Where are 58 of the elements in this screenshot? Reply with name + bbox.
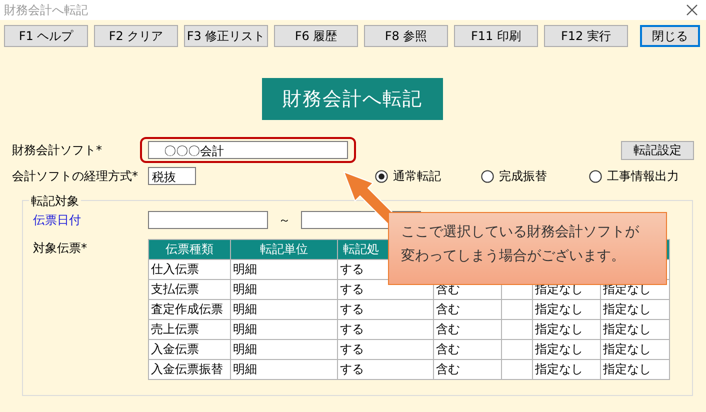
field-label: 財務会計ソフト* <box>12 142 103 158</box>
table-cell: 明細 <box>230 300 338 320</box>
table-cell: する <box>338 360 434 380</box>
table-cell: する <box>338 340 434 360</box>
table-cell: 入金伝票 <box>148 340 230 360</box>
table-cell: 指定なし <box>600 340 670 360</box>
table-cell: 含む <box>434 300 502 320</box>
radio-label: 完成振替 <box>499 168 547 184</box>
range-separator: ～ <box>278 212 292 228</box>
input-field[interactable]: 税抜 <box>148 167 196 185</box>
toolbar-button[interactable]: F3 修正リスト <box>184 25 268 47</box>
table-cell: 明細 <box>230 260 338 280</box>
radio-button[interactable] <box>589 170 602 182</box>
close-icon[interactable] <box>686 4 698 16</box>
toolbar-button[interactable]: F8 参照 <box>364 25 448 47</box>
toolbar-button[interactable]: F6 履歴 <box>274 25 358 47</box>
table-cell: 支払伝票 <box>148 280 230 300</box>
group-title: 転記対象 <box>29 193 81 210</box>
page-heading: 財務会計へ転記 <box>262 78 443 120</box>
field-label: 対象伝票* <box>33 240 88 257</box>
table-cell: 指定なし <box>532 300 600 320</box>
table-cell: 含む <box>434 360 502 380</box>
table-cell: 明細 <box>230 320 338 340</box>
table-cell: する <box>338 320 434 340</box>
radio-button[interactable] <box>481 170 494 182</box>
table-cell: 明細 <box>230 340 338 360</box>
radio-label: 工事情報出力 <box>607 168 679 184</box>
toolbar-button[interactable]: F2 クリア <box>94 25 178 47</box>
table-cell: 指定なし <box>600 360 670 380</box>
field-label: 会計ソフトの経理方式* <box>12 168 139 184</box>
table-cell: 指定なし <box>600 300 670 320</box>
table-cell: 仕入伝票 <box>148 260 230 280</box>
toolbar-button[interactable]: F12 実行 <box>544 25 628 47</box>
table-cell: 入金伝票振替 <box>148 360 230 380</box>
radio-button[interactable] <box>375 170 388 182</box>
table-cell: 明細 <box>230 360 338 380</box>
table-cell: する <box>338 300 434 320</box>
table-cell: 含む <box>434 320 502 340</box>
toolbar-button[interactable]: 閉じる <box>640 25 700 47</box>
table-cell: 売上伝票 <box>148 320 230 340</box>
table-cell: 指定なし <box>532 320 600 340</box>
column-header: 転記単位 <box>230 240 338 260</box>
input-field[interactable]: 〇〇〇会計 <box>148 141 348 159</box>
settings-button[interactable]: 転記設定 <box>621 140 694 160</box>
window-title: 財務会計へ転記 <box>4 2 88 18</box>
callout-tooltip: ここで選択している財務会計ソフトが 変わってしまう場合がございます。 <box>388 212 667 285</box>
table-cell: 査定作成伝票 <box>148 300 230 320</box>
radio-label: 通常転記 <box>393 168 441 184</box>
table-cell: 明細 <box>230 280 338 300</box>
table-cell: 指定なし <box>600 320 670 340</box>
table-cell: 指定なし <box>532 340 600 360</box>
date-field[interactable] <box>148 211 268 229</box>
table-cell: 指定なし <box>532 360 600 380</box>
table-cell: 含む <box>434 340 502 360</box>
toolbar-button[interactable]: F1 ヘルプ <box>4 25 88 47</box>
toolbar-button[interactable]: F11 印刷 <box>454 25 538 47</box>
field-label: 伝票日付 <box>33 212 82 228</box>
column-header: 伝票種類 <box>148 240 230 260</box>
